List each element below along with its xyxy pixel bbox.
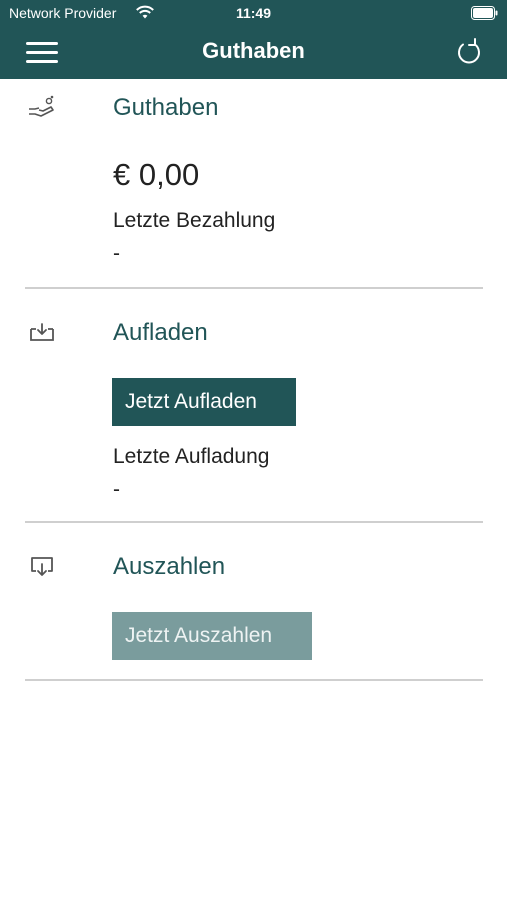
payout-button[interactable]: Jetzt Auszahlen	[112, 612, 312, 660]
last-topup-value: -	[113, 478, 120, 501]
topup-button[interactable]: Jetzt Aufladen	[112, 378, 296, 426]
payout-section: Auszahlen Jetzt Auszahlen	[0, 523, 507, 683]
app-header: Network Provider 11:49 Guthaben	[0, 0, 507, 79]
battery-icon	[471, 6, 498, 20]
status-bar: Network Provider 11:49	[0, 0, 507, 28]
payout-title: Auszahlen	[113, 553, 226, 580]
divider	[25, 287, 483, 289]
screen-download-icon	[31, 557, 53, 576]
balance-section: Guthaben € 0,00 Letzte Bezahlung -	[0, 79, 507, 291]
last-payment-label: Letzte Bezahlung	[113, 209, 276, 232]
page-title: Guthaben	[202, 38, 305, 63]
nav-bar: Guthaben	[0, 28, 507, 79]
balance-amount: € 0,00	[113, 157, 200, 192]
tray-download-icon	[30, 323, 54, 341]
hand-coin-icon	[29, 95, 54, 117]
refresh-icon[interactable]	[454, 36, 484, 68]
balance-title: Guthaben	[113, 94, 219, 121]
last-payment-value: -	[113, 242, 120, 265]
status-time: 11:49	[235, 5, 272, 21]
topup-title: Aufladen	[113, 319, 208, 346]
last-topup-label: Letzte Aufladung	[113, 445, 270, 468]
divider	[25, 679, 483, 681]
topup-section: Aufladen Jetzt Aufladen Letzte Aufladung…	[0, 291, 507, 523]
